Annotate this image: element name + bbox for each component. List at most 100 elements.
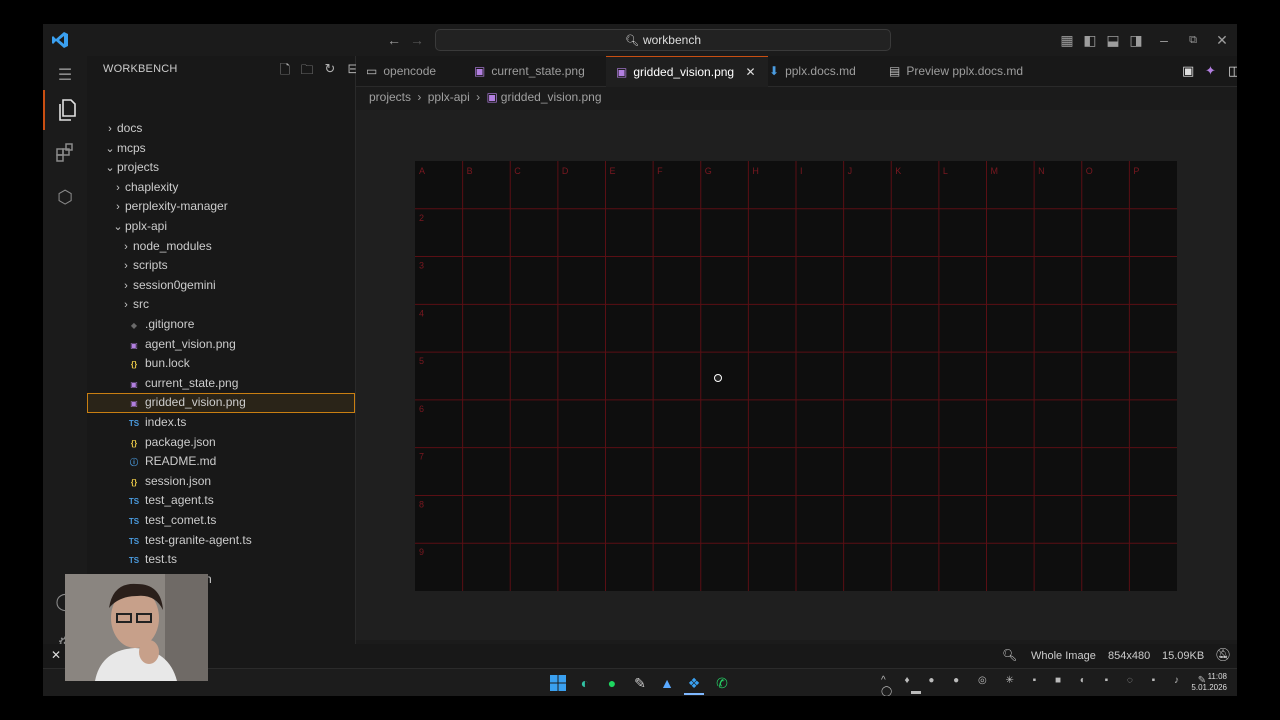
tab-pplx-docs[interactable]: ⬇ pplx.docs.md <box>769 56 879 86</box>
tree-folder[interactable]: › session0gemini <box>87 276 355 296</box>
grid-column-label: C <box>514 166 521 176</box>
json-file-icon: {} <box>130 477 138 487</box>
grid-column-label: P <box>1133 166 1139 176</box>
tree-item-label: session.json <box>145 473 212 488</box>
breadcrumb-item[interactable]: projects <box>369 90 411 104</box>
close-tab-icon[interactable]: ✕ <box>745 65 755 79</box>
customize-layout-icon[interactable]: ▦ <box>1055 24 1079 56</box>
app-icon[interactable]: ▲ <box>657 673 677 693</box>
terminal-icon: ▭ <box>366 64 378 78</box>
tab-current-state[interactable]: ▣ current_state.png <box>474 56 609 86</box>
new-file-icon[interactable]: 🗋 <box>276 61 294 83</box>
chevron-right-icon: › <box>116 181 120 194</box>
tree-folder[interactable]: › node_modules <box>87 237 355 257</box>
tree-folder[interactable]: › perplexity-manager <box>87 197 355 217</box>
whatsapp-icon[interactable]: ✆ <box>712 673 732 693</box>
tree-item-label: chaplexity <box>125 179 179 194</box>
grid-row-label: 9 <box>419 547 424 557</box>
taskbar-clock[interactable]: 11:08 5.01.2026 <box>1191 671 1227 693</box>
breadcrumb-item[interactable]: pplx-api <box>428 90 470 104</box>
tree-file[interactable]: ◆ .gitignore <box>87 315 355 335</box>
tree-file[interactable]: {} bun.lock <box>87 354 355 374</box>
tab-preview-pplx-docs[interactable]: ▤ Preview pplx.docs.md <box>889 56 1039 86</box>
tree-item-label: node_modules <box>133 238 212 253</box>
new-folder-icon[interactable]: 🗀 <box>298 61 316 83</box>
tree-file[interactable]: {} session.json <box>87 472 355 492</box>
tree-item-label: pplx-api <box>125 219 168 233</box>
chevron-right-icon: › <box>417 90 422 104</box>
chevron-right-icon: › <box>108 123 112 135</box>
search-icon: 🔍︎ <box>625 35 639 47</box>
edge-browser-icon[interactable]: ◐ <box>575 673 595 693</box>
tab-label: gridded_vision.png <box>633 65 735 79</box>
tree-folder[interactable]: › scripts <box>87 256 355 276</box>
tree-item-label: src <box>133 297 149 312</box>
explorer-icon[interactable] <box>43 90 89 130</box>
tab-label: Preview pplx.docs.md <box>906 64 1024 78</box>
split-editor-icon[interactable]: ◫ <box>1228 56 1237 86</box>
back-arrow-icon[interactable]: ← <box>382 24 406 56</box>
tree-folder[interactable]: ⌄ pplx-api <box>87 217 355 237</box>
tree-file[interactable]: ▣ gridded_vision.png <box>87 393 355 413</box>
tree-file[interactable]: {} package.json <box>87 433 355 453</box>
copilot-icon[interactable]: ✦ <box>1205 56 1216 86</box>
tree-folder[interactable]: › chaplexity <box>87 178 355 198</box>
grid-column-label: E <box>610 166 616 176</box>
system-tray-icons[interactable]: ^ ♦ ● ● ◎ ✳ ▪ ■ ◐ ▪ ◌ ▪ ♪ ✎ ◯ ▬ <box>881 675 1237 696</box>
command-center-search[interactable]: 🔍︎ workbench <box>435 29 891 51</box>
chevron-right-icon: › <box>124 299 128 312</box>
image-file-icon: ▣ <box>130 399 138 409</box>
tree-folder[interactable]: ⌄ projects <box>87 158 355 178</box>
tree-file[interactable]: TS test_agent.ts <box>87 491 355 511</box>
vscode-taskbar-icon[interactable]: ❖ <box>684 673 704 695</box>
tree-item-label: index.ts <box>145 415 187 429</box>
grid-column-label: O <box>1086 166 1093 176</box>
json-file-icon: {} <box>130 360 138 370</box>
tab-gridded-vision[interactable]: ▣ gridded_vision.png ✕ <box>606 56 768 87</box>
chevron-right-icon: › <box>116 201 120 214</box>
explorer-sidebar: WORKBENCH 🗋 🗀 ↻ ⊟ ⋯ ›docs⌄mcps⌄projects›… <box>87 56 383 664</box>
gridded-vision-image: A B C D E F G H I J K L M N O P 2 3 4 5 6 7 8 9 <box>415 161 1177 591</box>
toggle-primary-sidebar-icon[interactable]: ◧ <box>1078 24 1102 56</box>
ts-file-icon: TS <box>128 536 140 546</box>
tree-item-label: perplexity-manager <box>125 199 228 214</box>
cube-icon[interactable]: ⬡ <box>43 177 87 217</box>
tree-file[interactable]: ⓘ README.md <box>87 452 355 472</box>
windows-start-icon[interactable] <box>548 673 568 693</box>
tree-file[interactable]: TS test.ts <box>87 550 355 570</box>
tree-item-label: projects <box>117 160 160 175</box>
refresh-icon[interactable]: ↻ <box>321 61 339 77</box>
zoom-level[interactable]: Whole Image <box>1031 650 1096 662</box>
status-bar: 🔍︎ Whole Image 854x480 15.09KB 🔕︎ ✕ <box>43 644 1237 668</box>
remote-indicator-icon[interactable]: ✕ <box>51 648 61 662</box>
restore-icon[interactable]: ⧉ <box>1181 24 1205 56</box>
close-window-icon[interactable]: ✕ <box>1210 24 1234 56</box>
tree-folder[interactable]: › src <box>87 295 355 315</box>
toggle-panel-icon[interactable]: ⬓ <box>1101 24 1125 56</box>
minimize-icon[interactable]: – <box>1152 24 1176 56</box>
tree-file[interactable]: TS test_comet.ts <box>87 511 355 531</box>
tree-file[interactable]: ▣ agent_vision.png <box>87 335 355 355</box>
notifications-bell-icon[interactable]: 🔕︎ <box>1215 647 1232 663</box>
breadcrumb-item[interactable]: gridded_vision.png <box>501 90 602 104</box>
tree-file[interactable]: TS index.ts <box>87 413 355 433</box>
activity-bar: ☰ ⬡ ◯ ⚙ <box>43 56 87 664</box>
spotify-icon[interactable]: ● <box>602 673 622 693</box>
grid-column-label: L <box>943 166 948 176</box>
tree-file[interactable]: ▣ current_state.png <box>87 374 355 394</box>
toggle-secondary-sidebar-icon[interactable]: ◨ <box>1124 24 1148 56</box>
tree-item-label: README.md <box>145 454 217 469</box>
tab-opencode[interactable]: ▭ opencode <box>366 56 466 86</box>
notepad-icon[interactable]: ✎ <box>630 673 650 693</box>
zoom-icon[interactable]: 🔍︎ <box>1002 648 1017 662</box>
ts-file-icon: TS <box>128 497 140 507</box>
forward-arrow-icon[interactable]: → <box>405 24 429 56</box>
tree-folder[interactable]: ⌄ mcps <box>87 139 355 159</box>
extensions-icon[interactable] <box>43 133 87 173</box>
chevron-down-icon: ⌄ <box>113 221 123 233</box>
vscode-logo-icon <box>51 31 69 49</box>
tree-folder[interactable]: › docs <box>87 119 355 139</box>
open-preview-icon[interactable]: ▣ <box>1182 56 1194 86</box>
image-dimensions: 854x480 <box>1108 650 1151 662</box>
tree-file[interactable]: TS test-granite-agent.ts <box>87 531 355 551</box>
